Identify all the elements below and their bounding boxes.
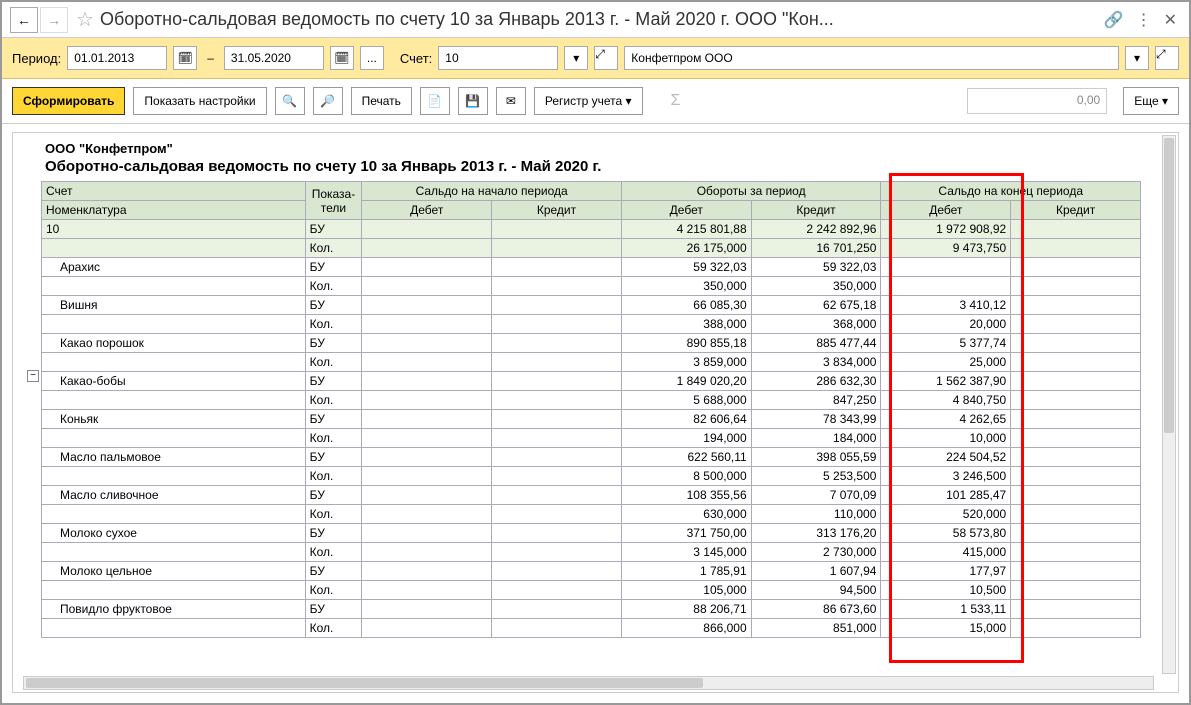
table-row[interactable]: Масло пальмовоеБУ622 560,11398 055,59224…	[42, 448, 1141, 467]
hdr-close-credit: Кредит	[1011, 201, 1141, 220]
hdr-open-debit: Дебет	[362, 201, 492, 220]
hdr-turn-debit: Дебет	[621, 201, 751, 220]
hdr-nomenclature: Номенклатура	[42, 201, 306, 220]
next-search-icon[interactable]: 🔎	[313, 87, 343, 115]
account-expand-button[interactable]: ⤢	[594, 46, 618, 70]
hdr-turnover: Обороты за период	[621, 182, 881, 201]
table-row[interactable]: Кол.3 145,0002 730,000415,000	[42, 543, 1141, 562]
hdr-open-credit: Кредит	[492, 201, 622, 220]
hdr-opening: Сальдо на начало периода	[362, 182, 622, 201]
table-row[interactable]: Молоко сухоеБУ371 750,00313 176,2058 573…	[42, 524, 1141, 543]
filter-bar: Период: 🗓 – 🗓 ... Счет: ▾ ⤢ ▾ ⤢	[2, 38, 1189, 79]
account-input[interactable]	[438, 46, 558, 70]
table-row[interactable]: Кол.630,000110,000520,000	[42, 505, 1141, 524]
report-area: − ООО "Конфетпром" Оборотно-сальдовая ве…	[12, 132, 1179, 693]
organization-input[interactable]	[624, 46, 1119, 70]
table-row[interactable]: Какао-бобыБУ1 849 020,20286 632,301 562 …	[42, 372, 1141, 391]
table-row[interactable]: Масло сливочноеБУ108 355,567 070,09101 2…	[42, 486, 1141, 505]
table-row[interactable]: 10БУ4 215 801,882 242 892,961 972 908,92	[42, 220, 1141, 239]
table-row[interactable]: Кол.105,00094,50010,500	[42, 581, 1141, 600]
toolbar: Сформировать Показать настройки 🔍 🔎 Печа…	[2, 79, 1189, 124]
table-row[interactable]: Кол.350,000350,000	[42, 277, 1141, 296]
table-row[interactable]: КоньякБУ82 606,6478 343,994 262,65	[42, 410, 1141, 429]
company-name: ООО "Конфетпром"	[41, 137, 1178, 158]
date-to-calendar-icon[interactable]: 🗓	[330, 46, 354, 70]
table-row[interactable]: АрахисБУ59 322,0359 322,03	[42, 258, 1141, 277]
period-label: Период:	[12, 51, 61, 66]
report-title: Оборотно-сальдовая ведомость по счету 10…	[41, 158, 1178, 181]
date-from-calendar-icon[interactable]: 🗓	[173, 46, 197, 70]
table-row[interactable]: Повидло фруктовоеБУ88 206,7186 673,601 5…	[42, 600, 1141, 619]
hdr-closing: Сальдо на конец периода	[881, 182, 1141, 201]
table-row[interactable]: Кол.5 688,000847,2504 840,750	[42, 391, 1141, 410]
save-icon[interactable]: 💾	[458, 87, 488, 115]
preview-icon[interactable]: 📄	[420, 87, 450, 115]
org-expand-button[interactable]: ⤢	[1155, 46, 1179, 70]
date-from-input[interactable]	[67, 46, 167, 70]
account-dropdown-icon[interactable]: ▾	[564, 46, 588, 70]
email-icon[interactable]: ✉	[496, 87, 526, 115]
sum-display: 0,00	[967, 88, 1107, 114]
report-table: Счет Показа-тели Сальдо на начало период…	[41, 181, 1141, 638]
scrollbar-vertical[interactable]	[1162, 135, 1176, 674]
favorite-icon[interactable]: ☆	[76, 7, 94, 32]
table-row[interactable]: ВишняБУ66 085,3062 675,183 410,12	[42, 296, 1141, 315]
window-title: Оборотно-сальдовая ведомость по счету 10…	[100, 9, 1104, 30]
show-settings-button[interactable]: Показать настройки	[133, 87, 266, 115]
hdr-turn-credit: Кредит	[751, 201, 881, 220]
link-icon[interactable]: 🔗	[1104, 10, 1124, 30]
table-row[interactable]: Кол.194,000184,00010,000	[42, 429, 1141, 448]
table-row[interactable]: Кол.26 175,00016 701,2509 473,750	[42, 239, 1141, 258]
org-dropdown-icon[interactable]: ▾	[1125, 46, 1149, 70]
account-label: Счет:	[400, 51, 432, 66]
collapse-handle[interactable]: −	[27, 370, 39, 382]
titlebar: ← → ☆ Оборотно-сальдовая ведомость по сч…	[2, 2, 1189, 38]
form-button[interactable]: Сформировать	[12, 87, 125, 115]
scrollbar-horizontal[interactable]	[23, 676, 1154, 690]
table-row[interactable]: Кол.3 859,0003 834,00025,000	[42, 353, 1141, 372]
table-row[interactable]: Молоко цельноеБУ1 785,911 607,94177,97	[42, 562, 1141, 581]
back-button[interactable]: ←	[10, 7, 38, 33]
table-row[interactable]: Какао порошокБУ890 855,18885 477,445 377…	[42, 334, 1141, 353]
sigma-icon: Σ	[671, 92, 681, 110]
table-row[interactable]: Кол.8 500,0005 253,5003 246,500	[42, 467, 1141, 486]
register-button[interactable]: Регистр учета ▾	[534, 87, 643, 115]
hdr-account: Счет	[42, 182, 306, 201]
table-row[interactable]: Кол.388,000368,00020,000	[42, 315, 1141, 334]
date-to-input[interactable]	[224, 46, 324, 70]
table-row[interactable]: Кол.866,000851,00015,000	[42, 619, 1141, 638]
period-select-button[interactable]: ...	[360, 46, 384, 70]
search-icon[interactable]: 🔍	[275, 87, 305, 115]
forward-button[interactable]: →	[40, 7, 68, 33]
print-button[interactable]: Печать	[351, 87, 412, 115]
menu-icon[interactable]: ⋮	[1136, 10, 1152, 30]
more-button[interactable]: Еще ▾	[1123, 87, 1179, 115]
hdr-close-debit: Дебет	[881, 201, 1011, 220]
hdr-indicators: Показа-тели	[305, 182, 362, 220]
close-icon[interactable]: ✕	[1164, 10, 1177, 30]
